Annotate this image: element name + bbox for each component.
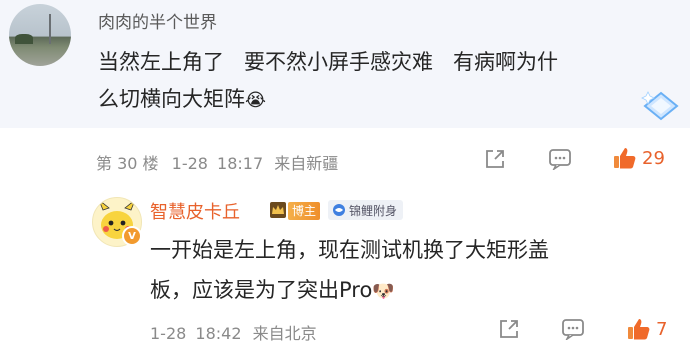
reply-text-line1: 一开始是左上角，现在测试机换了大矩形盖 <box>150 238 549 262</box>
quoted-comment-card[interactable]: 肉肉的半个世界 当然左上角了 要不然小屏手感灾难 有病啊为什 么切横向大矩阵😭 <box>0 0 690 128</box>
crown-icon <box>270 202 286 218</box>
reply-comment-text: 一开始是左上角，现在测试机换了大矩形盖 板，应该是为了突出Pro🐶 <box>150 230 670 312</box>
floor-date: 1-28 <box>171 154 208 173</box>
share-icon <box>500 320 518 338</box>
reply-username[interactable]: 智慧皮卡丘 <box>150 198 240 224</box>
like-icon <box>628 319 650 340</box>
dog-emoji: 🐶 <box>372 281 395 302</box>
like-count: 29 <box>642 147 665 169</box>
share-icon <box>486 150 504 168</box>
reply-location: 来自北京 <box>252 324 317 343</box>
avatar-pole <box>49 14 51 44</box>
quoted-comment-text: 当然左上角了 要不然小屏手感灾难 有病啊为什 么切横向大矩阵😭 <box>98 44 668 119</box>
quoted-username[interactable]: 肉肉的半个世界 <box>98 8 217 33</box>
share-button[interactable] <box>484 148 506 170</box>
floor-meta: 第 30 楼 1-28 18:17 来自新疆 <box>96 150 338 174</box>
reply-like-button[interactable]: 7 <box>626 316 667 342</box>
floor-number: 第 30 楼 <box>96 154 159 173</box>
verified-badge-icon: V <box>122 226 142 246</box>
koi-icon <box>333 204 345 216</box>
reply-meta: 1-28 18:42 来自北京 <box>150 320 317 344</box>
crying-emoji: 😭 <box>245 90 267 111</box>
reply-date: 1-28 <box>150 324 187 343</box>
like-icon <box>614 148 636 169</box>
koi-badge[interactable]: 锦鲤附身 <box>328 200 404 220</box>
diamond-icon <box>641 91 679 121</box>
avatar[interactable] <box>9 4 71 66</box>
blogger-badge: 博主 <box>288 202 321 220</box>
quoted-text-line1: 当然左上角了 要不然小屏手感灾难 有病啊为什 <box>98 50 559 74</box>
comment-icon <box>562 319 584 340</box>
floor-location: 来自新疆 <box>274 154 339 173</box>
comment-icon <box>549 149 571 170</box>
reply-share-button[interactable] <box>498 318 520 340</box>
comment-button[interactable] <box>548 148 572 170</box>
reply-comment-button[interactable] <box>561 318 585 340</box>
floor-time: 18:17 <box>217 154 264 173</box>
reply-text-line2: 板，应该是为了突出Pro <box>150 278 373 302</box>
koi-badge-label: 锦鲤附身 <box>349 203 398 218</box>
quoted-text-line2: 么切横向大矩阵 <box>98 87 245 111</box>
reply-time: 18:42 <box>195 324 242 343</box>
avatar-tree <box>15 34 33 44</box>
reply-like-count: 7 <box>656 318 668 340</box>
like-button[interactable]: 29 <box>612 145 665 171</box>
